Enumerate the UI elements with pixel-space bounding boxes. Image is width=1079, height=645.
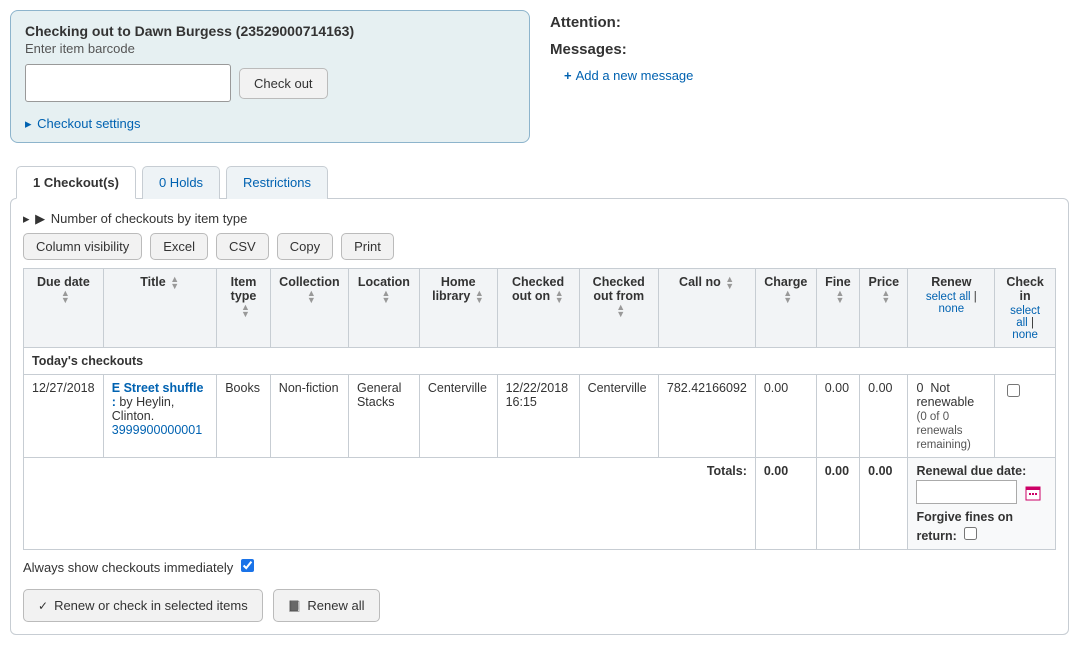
play-icon: ▶ <box>35 211 45 226</box>
col-charge[interactable]: Charge▲▼ <box>755 269 816 348</box>
cell-price: 0.00 <box>860 375 908 458</box>
caret-right-icon: ▸ <box>23 211 30 226</box>
sort-icon: ▲▼ <box>881 290 891 304</box>
barcode-input[interactable] <box>25 64 231 102</box>
sort-icon: ▲▼ <box>170 276 180 290</box>
excel-button[interactable]: Excel <box>150 233 208 260</box>
sort-icon: ▲▼ <box>783 290 793 304</box>
renew-none[interactable]: none <box>939 303 965 315</box>
add-message-link[interactable]: +Add a new message <box>564 68 693 83</box>
section-today: Today's checkouts <box>24 348 1056 375</box>
cell-checkin <box>995 375 1056 458</box>
totals-label: Totals: <box>24 458 756 550</box>
cell-itemtype: Books <box>217 375 271 458</box>
cell-renew: 0 Not renewable (0 of 0 renewals remaini… <box>908 375 995 458</box>
col-price[interactable]: Price▲▼ <box>860 269 908 348</box>
tabs: 1 Checkout(s) 0 Holds Restrictions <box>10 165 1069 198</box>
always-show-label: Always show checkouts immediately <box>23 560 233 575</box>
checkouts-table: Due date▲▼ Title▲▼ Item type▲▼ Collectio… <box>23 268 1056 550</box>
totals-row: Totals: 0.00 0.00 0.00 Renewal due date: <box>24 458 1056 550</box>
sort-icon: ▲▼ <box>474 290 484 304</box>
sort-icon: ▲▼ <box>381 290 391 304</box>
csv-button[interactable]: CSV <box>216 233 269 260</box>
col-itemtype[interactable]: Item type▲▼ <box>217 269 271 348</box>
tab-holds[interactable]: 0 Holds <box>142 166 220 199</box>
cell-callno: 782.42166092 <box>658 375 755 458</box>
col-due[interactable]: Due date▲▼ <box>24 269 104 348</box>
barcode-label: Enter item barcode <box>25 41 515 56</box>
cell-charge: 0.00 <box>755 375 816 458</box>
sort-icon: ▲▼ <box>835 290 845 304</box>
checkin-select-all[interactable]: select all <box>1010 305 1040 329</box>
calendar-icon[interactable] <box>1025 485 1041 501</box>
totals-fine: 0.00 <box>816 458 859 550</box>
checkout-panel: Checking out to Dawn Burgess (2352900071… <box>10 10 530 143</box>
totals-price: 0.00 <box>860 458 908 550</box>
col-callno[interactable]: Call no▲▼ <box>658 269 755 348</box>
sort-icon: ▲▼ <box>616 304 626 318</box>
sort-icon: ▲▼ <box>725 276 735 290</box>
table-row: 12/27/2018 E Street shuffle : by Heylin,… <box>24 375 1056 458</box>
tab-restrictions[interactable]: Restrictions <box>226 166 328 199</box>
sort-icon: ▲▼ <box>554 290 564 304</box>
messages-heading: Messages: <box>550 41 1069 58</box>
renewal-due-input[interactable] <box>916 480 1017 504</box>
checkout-button[interactable]: Check out <box>239 68 328 99</box>
messages-section: Attention: Messages: +Add a new message <box>550 10 1069 83</box>
cell-title: E Street shuffle : by Heylin, Clinton. 3… <box>103 375 216 458</box>
attention-heading: Attention: <box>550 14 1069 31</box>
table-toolbar: Column visibility Excel CSV Copy Print <box>23 233 1056 260</box>
totals-charge: 0.00 <box>755 458 816 550</box>
col-fine[interactable]: Fine▲▼ <box>816 269 859 348</box>
checkout-settings-toggle[interactable]: ▸ Checkout settings <box>25 116 515 132</box>
sort-icon: ▲▼ <box>306 290 316 304</box>
cell-outfrom: Centerville <box>579 375 658 458</box>
barcode-link[interactable]: 3999900000001 <box>112 423 202 437</box>
renew-all-button[interactable]: Renew all <box>273 589 380 622</box>
col-renew: Renew select all | none <box>908 269 995 348</box>
checkout-title: Checking out to Dawn Burgess (2352900071… <box>25 23 515 39</box>
cell-fine: 0.00 <box>816 375 859 458</box>
col-outon[interactable]: Checked out on▲▼ <box>497 269 579 348</box>
itemtype-summary-toggle[interactable]: ▸ ▶ Number of checkouts by item type <box>23 211 1056 227</box>
renew-selected-button[interactable]: Renew or check in selected items <box>23 589 263 622</box>
col-outfrom[interactable]: Checked out from▲▼ <box>579 269 658 348</box>
col-title[interactable]: Title▲▼ <box>103 269 216 348</box>
col-collection[interactable]: Collection▲▼ <box>270 269 348 348</box>
checkin-checkbox[interactable] <box>1007 384 1020 397</box>
renewal-box: Renewal due date: Forgive fines on retur… <box>908 458 1056 550</box>
renew-select-all[interactable]: select all <box>926 291 971 303</box>
always-show-checkbox[interactable] <box>241 559 254 572</box>
checkin-none[interactable]: none <box>1012 329 1038 341</box>
caret-right-icon: ▸ <box>25 116 32 131</box>
forgive-checkbox[interactable] <box>964 527 977 540</box>
sort-icon: ▲▼ <box>241 304 251 318</box>
always-show-row: Always show checkouts immediately <box>23 556 1056 575</box>
cell-collection: Non-fiction <box>270 375 348 458</box>
book-icon <box>288 598 308 613</box>
tab-checkouts[interactable]: 1 Checkout(s) <box>16 166 136 199</box>
renewal-due-label: Renewal due date: <box>916 464 1047 478</box>
colvis-button[interactable]: Column visibility <box>23 233 142 260</box>
cell-due: 12/27/2018 <box>24 375 104 458</box>
col-home[interactable]: Home library▲▼ <box>419 269 497 348</box>
copy-button[interactable]: Copy <box>277 233 333 260</box>
check-icon <box>38 598 54 613</box>
cell-location: General Stacks <box>348 375 419 458</box>
print-button[interactable]: Print <box>341 233 394 260</box>
tab-body: ▸ ▶ Number of checkouts by item type Col… <box>10 198 1069 635</box>
sort-icon: ▲▼ <box>60 290 70 304</box>
cell-outon: 12/22/2018 16:15 <box>497 375 579 458</box>
col-location[interactable]: Location▲▼ <box>348 269 419 348</box>
col-checkin: Check in select all | none <box>995 269 1056 348</box>
cell-home: Centerville <box>419 375 497 458</box>
plus-icon: + <box>564 68 572 83</box>
